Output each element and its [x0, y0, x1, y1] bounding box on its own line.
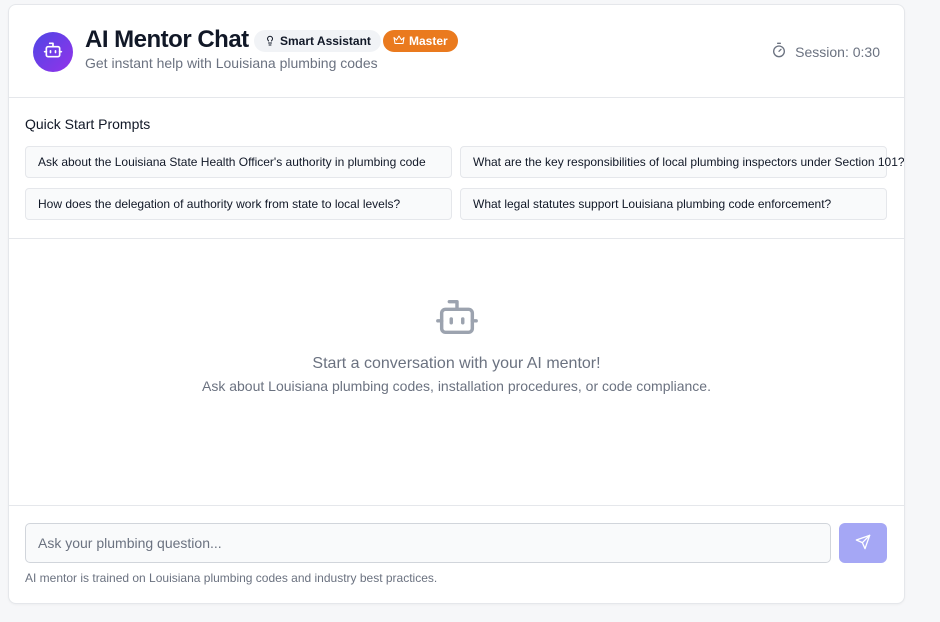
- empty-state-subtitle: Ask about Louisiana plumbing codes, inst…: [202, 378, 711, 394]
- chat-input[interactable]: [25, 523, 831, 563]
- master-label: Master: [409, 34, 448, 48]
- quick-prompt-button[interactable]: How does the delegation of authority wor…: [25, 188, 452, 220]
- composer-footnote: AI mentor is trained on Louisiana plumbi…: [25, 571, 438, 585]
- quick-start-section: Quick Start Prompts Ask about the Louisi…: [9, 98, 904, 239]
- chat-header: AI Mentor Chat Get instant help with Lou…: [9, 5, 904, 98]
- quick-prompt-button[interactable]: What are the key responsibilities of loc…: [460, 146, 904, 178]
- timer-icon: [771, 42, 795, 61]
- chat-card: AI Mentor Chat Get instant help with Lou…: [8, 4, 905, 604]
- bot-icon: [43, 40, 63, 65]
- quick-prompt-button[interactable]: What legal statutes support Louisiana pl…: [460, 188, 887, 220]
- chat-empty-state: Start a conversation with your AI mentor…: [9, 239, 904, 506]
- quick-start-title: Quick Start Prompts: [25, 116, 151, 132]
- crown-icon: [393, 34, 409, 49]
- quick-prompt-button[interactable]: Ask about the Louisiana State Health Off…: [25, 146, 452, 178]
- master-badge: Master: [383, 30, 458, 52]
- bot-icon: [434, 294, 480, 345]
- session-label: Session: 0:30: [795, 43, 880, 60]
- smart-assistant-label: Smart Assistant: [280, 34, 371, 48]
- empty-state-title: Start a conversation with your AI mentor…: [312, 355, 601, 372]
- smart-assistant-badge: Smart Assistant: [254, 30, 381, 52]
- session-timer: Session: 0:30: [771, 42, 880, 61]
- lightbulb-icon: [264, 34, 280, 49]
- page-subtitle: Get instant help with Louisiana plumbing…: [85, 55, 378, 71]
- send-icon: [855, 534, 871, 553]
- avatar: [33, 32, 73, 72]
- send-button[interactable]: [839, 523, 887, 563]
- page-title: AI Mentor Chat: [85, 26, 249, 53]
